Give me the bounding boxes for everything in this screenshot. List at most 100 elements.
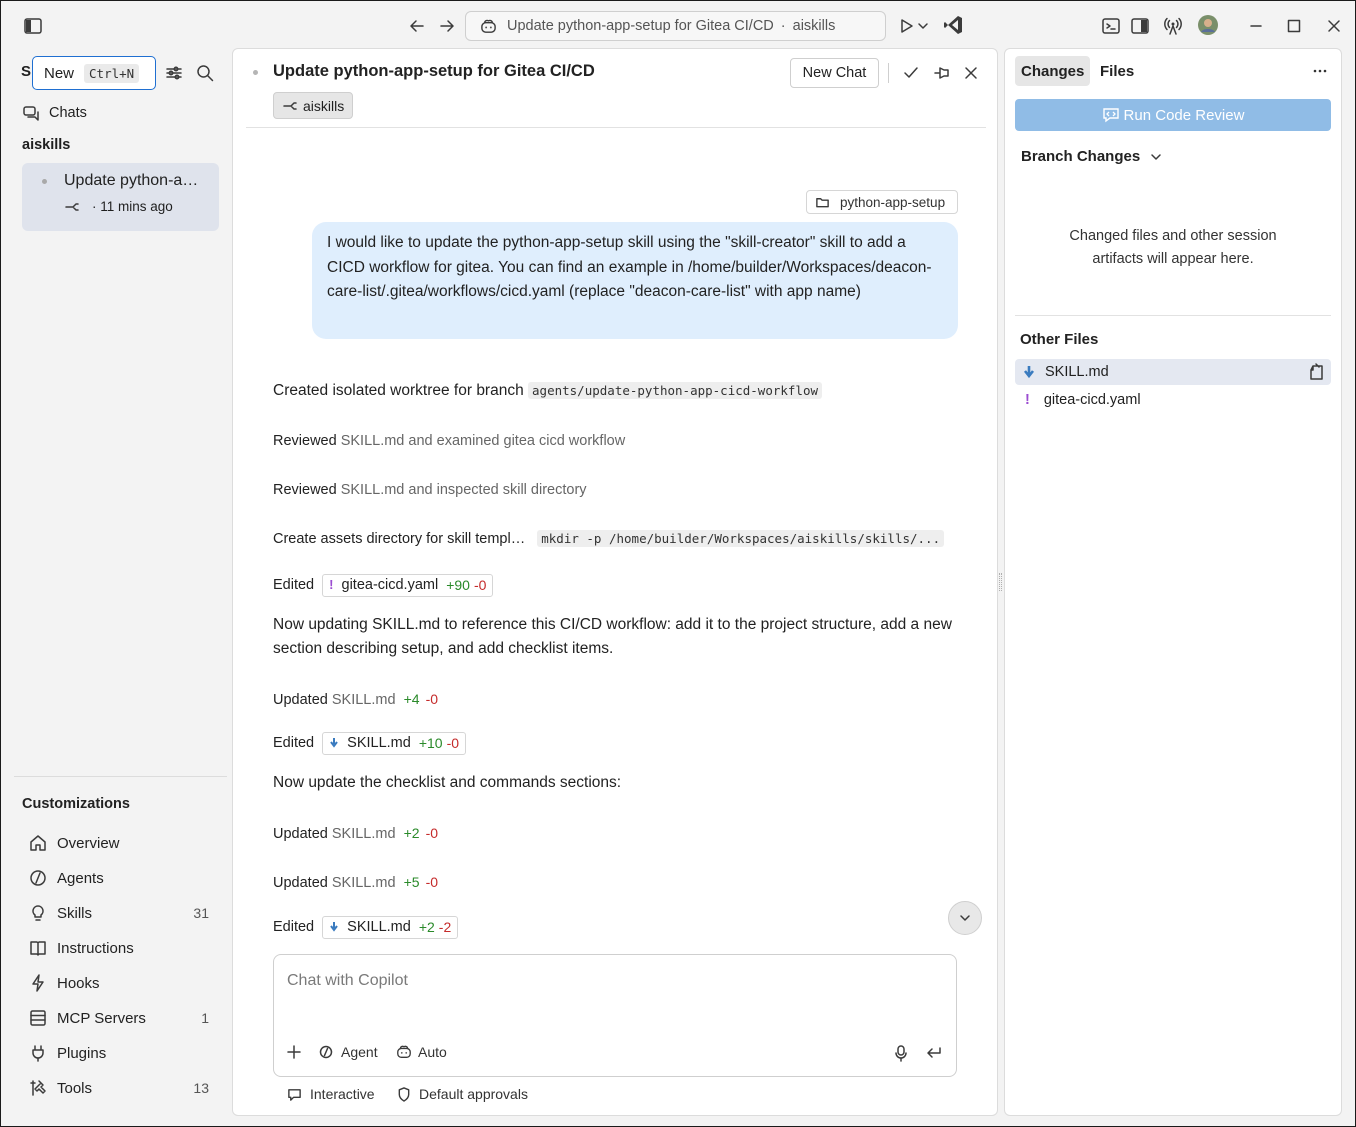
sidebar-divider xyxy=(14,776,227,777)
model-label: Auto xyxy=(418,1044,447,1060)
customization-tools[interactable]: Tools 13 xyxy=(29,1076,209,1100)
search-icon[interactable] xyxy=(192,60,218,86)
add-context-button[interactable] xyxy=(286,1044,302,1060)
chats-icon xyxy=(22,104,40,122)
step-verb: Updated xyxy=(273,875,328,891)
chat-panel: Update python-app-setup for Gitea CI/CD … xyxy=(232,48,998,1116)
branch-code: agents/update-python-app-cicd-workflow xyxy=(528,382,823,399)
chats-header[interactable]: Chats xyxy=(22,104,87,122)
maximize-icon[interactable] xyxy=(1281,13,1307,39)
pin-icon[interactable] xyxy=(929,60,955,86)
other-files-header: Other Files xyxy=(1020,331,1099,348)
markdown-file-icon xyxy=(1023,365,1035,379)
open-file-icon[interactable] xyxy=(1307,363,1325,381)
file-row-gitea-cicd[interactable]: ! gitea-cicd.yaml xyxy=(1015,387,1331,413)
file-chip[interactable]: ! gitea-cicd.yaml +90 -0 xyxy=(322,573,494,597)
filter-icon[interactable] xyxy=(161,60,187,86)
progress-step[interactable]: Reviewed SKILL.md and examined gitea cic… xyxy=(273,429,625,453)
branch-changes-dropdown[interactable]: Branch Changes xyxy=(1021,148,1162,165)
step-text: Create assets directory for skill templ… xyxy=(273,531,526,547)
yaml-file-icon: ! xyxy=(329,577,334,593)
file-row-skill-md[interactable]: SKILL.md xyxy=(1015,359,1331,385)
panel-resize-sash[interactable] xyxy=(999,573,1002,591)
close-window-icon[interactable] xyxy=(1321,13,1347,39)
chat-list-item[interactable]: Update python-a… · 11 mins ago xyxy=(22,163,219,231)
mode-picker[interactable]: Interactive xyxy=(287,1086,375,1102)
customization-mcp-servers[interactable]: MCP Servers 1 xyxy=(29,1006,209,1030)
back-arrow-icon[interactable] xyxy=(404,13,430,39)
customization-label: Plugins xyxy=(57,1044,107,1062)
customization-plugins[interactable]: Plugins xyxy=(29,1041,209,1065)
folder-chip[interactable]: python-app-setup xyxy=(806,190,958,214)
file-name: SKILL.md xyxy=(1045,364,1109,380)
terminal-step[interactable]: Create assets directory for skill templ…… xyxy=(273,527,945,551)
file-name: gitea-cicd.yaml xyxy=(1043,392,1141,408)
chat-item-title: Update python-a… xyxy=(64,172,199,189)
chevron-down-icon xyxy=(960,915,970,921)
server-icon xyxy=(29,1009,47,1027)
progress-step[interactable]: Reviewed SKILL.md and inspected skill di… xyxy=(273,478,587,502)
customization-instructions[interactable]: Instructions xyxy=(29,936,209,960)
update-step[interactable]: Updated SKILL.md +4 -0 xyxy=(273,687,438,712)
check-icon[interactable] xyxy=(898,60,924,86)
file-chip[interactable]: SKILL.md +2 -2 xyxy=(322,915,459,939)
lines-added: +5 xyxy=(403,874,420,890)
update-step[interactable]: Updated SKILL.md +5 -0 xyxy=(273,870,438,895)
file-chip-name: SKILL.md xyxy=(347,735,411,752)
chat-item-time: · 11 mins ago xyxy=(92,199,173,214)
lines-removed: -0 xyxy=(425,874,439,890)
new-chat-button[interactable]: New Chat xyxy=(790,58,879,88)
avatar[interactable] xyxy=(1195,12,1221,38)
repo-tag[interactable]: aiskills xyxy=(273,92,354,119)
new-chat-input[interactable]: New Ctrl+N xyxy=(32,56,156,90)
customization-skills[interactable]: Skills 31 xyxy=(29,901,209,925)
agent-label: Agent xyxy=(341,1044,378,1060)
edit-step[interactable]: Edited SKILL.md +10 -0 xyxy=(273,731,467,755)
lines-removed: -0 xyxy=(473,577,487,594)
toggle-sidebar-icon[interactable] xyxy=(20,13,46,39)
update-step[interactable]: Updated SKILL.md +2 -0 xyxy=(273,821,438,846)
send-button[interactable] xyxy=(925,1045,943,1061)
vscode-icon[interactable] xyxy=(940,12,966,38)
empty-state-message: Changed files and other session artifact… xyxy=(1025,225,1321,271)
customization-count: 1 xyxy=(201,1010,209,1026)
file-chip[interactable]: SKILL.md +10 -0 xyxy=(322,731,467,755)
microphone-icon xyxy=(895,1045,907,1062)
minimize-icon[interactable] xyxy=(1243,13,1269,39)
model-picker[interactable]: Auto xyxy=(396,1044,447,1060)
chat-input-box[interactable]: Chat with Copilot Agent Auto xyxy=(273,954,957,1077)
forward-arrow-icon[interactable] xyxy=(434,13,460,39)
step-verb: Edited xyxy=(273,919,315,935)
toggle-secondary-panel-icon[interactable] xyxy=(1127,13,1153,39)
run-code-review-button[interactable]: Run Code Review xyxy=(1015,99,1331,131)
agent-picker[interactable]: Agent xyxy=(319,1044,378,1060)
customization-overview[interactable]: Overview xyxy=(29,831,209,855)
run-code-review-label: Run Code Review xyxy=(1123,106,1245,124)
scroll-to-bottom-button[interactable] xyxy=(948,901,982,935)
tab-changes[interactable]: Changes xyxy=(1015,56,1091,86)
customization-hooks[interactable]: Hooks xyxy=(29,971,209,995)
more-actions-icon[interactable] xyxy=(1307,58,1333,84)
changes-panel: Changes Files Run Code Review Branch Cha… xyxy=(1004,48,1342,1116)
command-center[interactable]: Update python-app-setup for Gitea CI/CD … xyxy=(465,11,886,41)
customization-label: Skills xyxy=(57,904,93,922)
file-chip-name: SKILL.md xyxy=(347,919,411,936)
customization-agents[interactable]: Agents xyxy=(29,866,209,890)
broadcast-icon[interactable] xyxy=(1160,13,1186,39)
step-verb: Reviewed xyxy=(273,433,337,449)
folder-icon xyxy=(815,195,830,210)
microphone-button[interactable] xyxy=(893,1044,909,1062)
repo-tag-label: aiskills xyxy=(303,97,345,114)
edit-step[interactable]: Edited SKILL.md +2 -2 xyxy=(273,915,459,939)
close-chat-icon[interactable] xyxy=(958,60,984,86)
branch-icon xyxy=(282,98,298,114)
worktree-message: Created isolated worktree for branch age… xyxy=(273,379,823,403)
tab-files[interactable]: Files xyxy=(1094,56,1140,86)
approvals-picker[interactable]: Default approvals xyxy=(397,1086,528,1102)
chat-input-placeholder[interactable]: Chat with Copilot xyxy=(287,972,408,990)
new-shortcut: Ctrl+N xyxy=(84,63,140,83)
terminal-icon[interactable] xyxy=(1098,13,1124,39)
plus-icon xyxy=(287,1045,301,1059)
run-dropdown-icon[interactable] xyxy=(914,13,932,39)
edit-step[interactable]: Edited ! gitea-cicd.yaml +90 -0 xyxy=(273,573,494,597)
